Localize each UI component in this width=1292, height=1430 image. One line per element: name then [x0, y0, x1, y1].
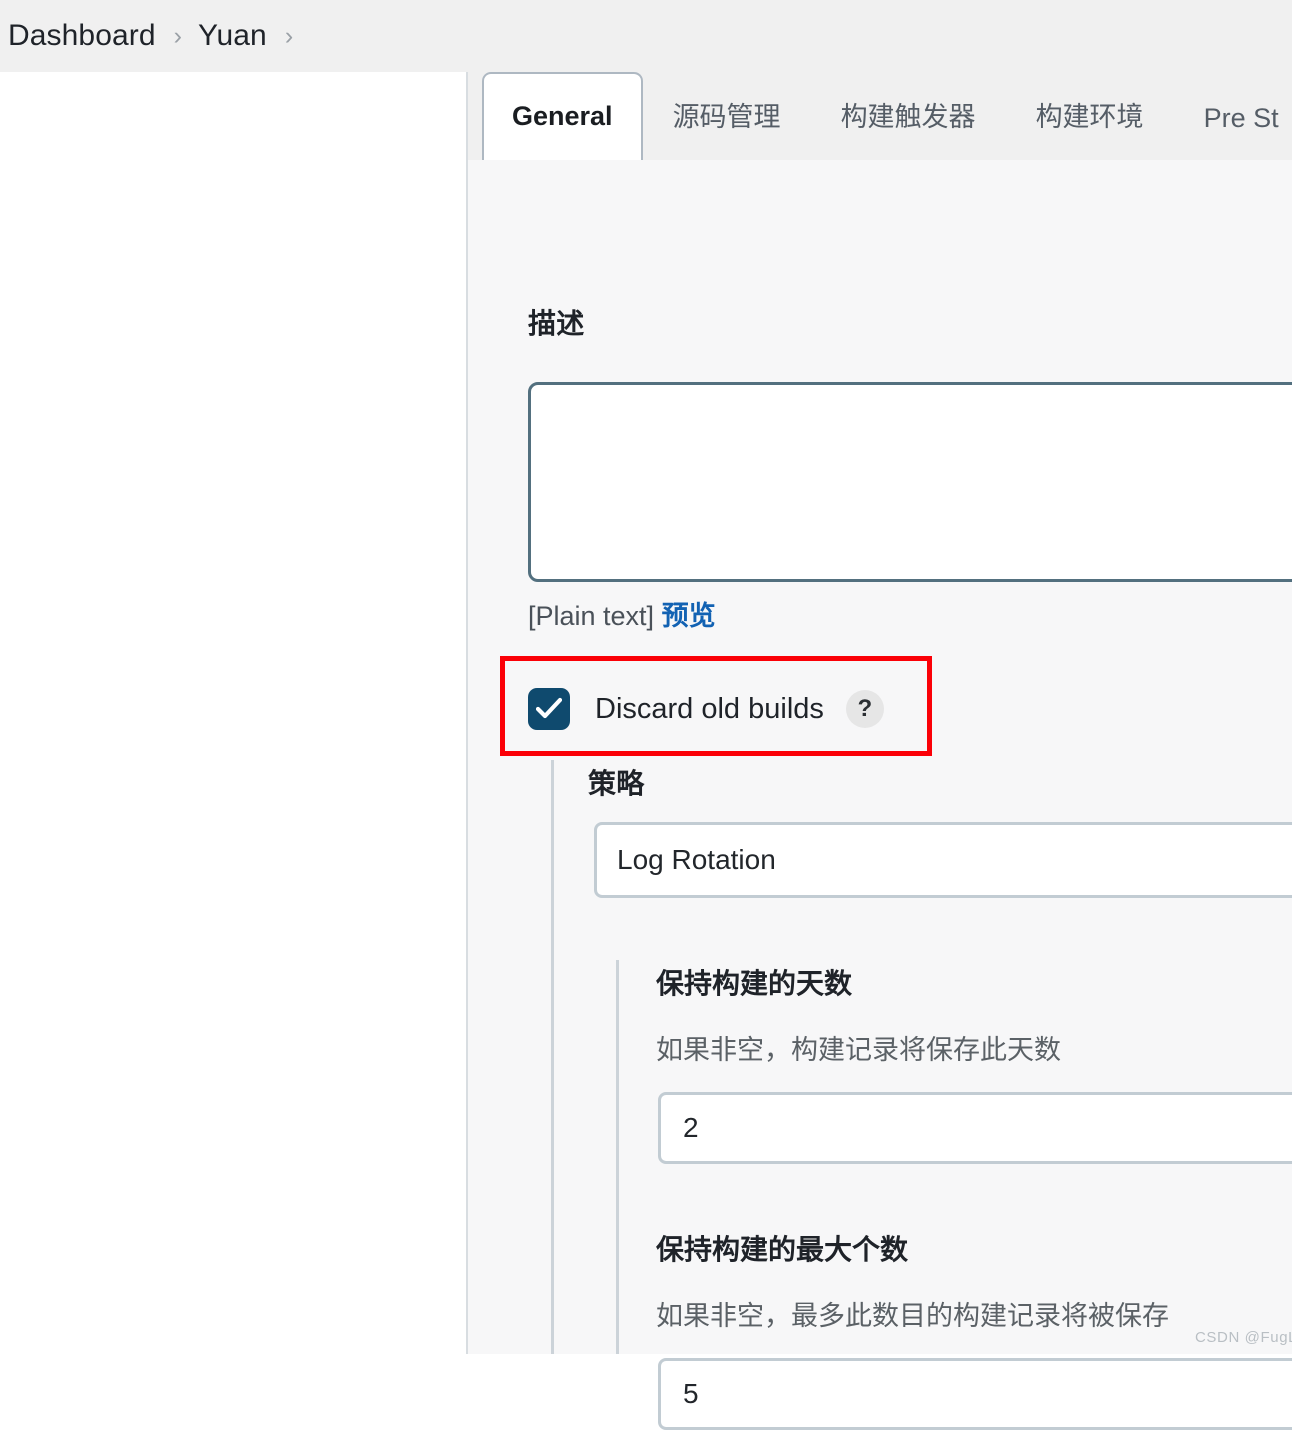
breadcrumb-item-yuan[interactable]: Yuan [198, 19, 267, 53]
max-builds-to-keep-title: 保持构建的最大个数 [656, 1234, 909, 1265]
breadcrumb-bar: Dashboard › Yuan › [0, 0, 1292, 72]
plain-text-note: [Plain text] [528, 601, 655, 631]
days-to-keep-title: 保持构建的天数 [656, 968, 853, 999]
checkmark-icon [536, 697, 562, 719]
description-textarea[interactable] [528, 382, 1292, 582]
max-builds-to-keep-description: 如果非空，最多此数目的构建记录将被保存 [656, 1301, 1169, 1331]
tab-build-environment[interactable]: 构建环境 [1006, 95, 1174, 160]
days-to-keep-description: 如果非空，构建记录将保存此天数 [656, 1035, 1061, 1065]
tab-build-triggers[interactable]: 构建触发器 [811, 95, 1006, 160]
watermark: CSDN @FugLee [1195, 1329, 1292, 1346]
nested-section-rule-outer [551, 760, 554, 1354]
description-markup-row: [Plain text] 预览 [528, 594, 716, 633]
tab-pre-steps[interactable]: Pre St [1174, 103, 1292, 160]
discard-old-builds-label[interactable]: Discard old builds [595, 693, 824, 726]
max-builds-to-keep-input[interactable]: 5 [658, 1358, 1292, 1430]
strategy-select[interactable]: Log Rotation [594, 822, 1292, 898]
nested-section-rule-inner [616, 960, 619, 1354]
breadcrumb-separator-icon-2: › [284, 21, 294, 50]
breadcrumb-separator-icon: › [173, 21, 182, 50]
breadcrumb-item-dashboard[interactable]: Dashboard [8, 19, 156, 53]
left-side-panel [0, 72, 466, 1354]
discard-old-builds-checkbox[interactable] [528, 688, 570, 730]
help-icon[interactable]: ? [845, 690, 884, 728]
tab-general[interactable]: General [482, 72, 643, 162]
discard-old-builds-row: Discard old builds ? [528, 688, 884, 730]
configuration-region: General 源码管理 构建触发器 构建环境 Pre St 描述 [Plain… [468, 72, 1292, 1430]
tab-source-code-management[interactable]: 源码管理 [643, 95, 811, 160]
description-label: 描述 [528, 308, 585, 339]
days-to-keep-input[interactable]: 2 [658, 1092, 1292, 1164]
general-tab-panel: 描述 [Plain text] 预览 Discard old builds ? … [468, 160, 1292, 1430]
description-preview-link[interactable]: 预览 [662, 601, 716, 631]
config-tab-bar: General 源码管理 构建触发器 构建环境 Pre St [468, 72, 1292, 162]
strategy-label: 策略 [588, 768, 645, 799]
